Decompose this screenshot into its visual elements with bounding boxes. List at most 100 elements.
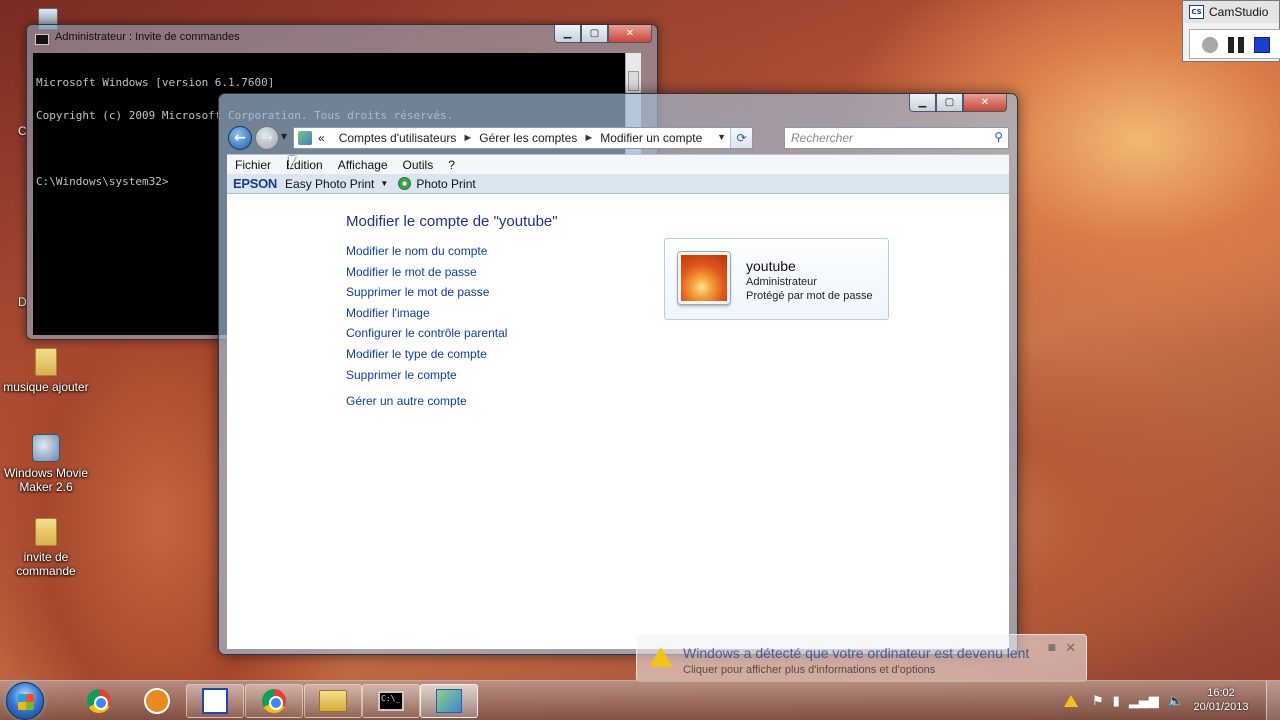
clock-time: 16:02 [1207, 687, 1235, 699]
pause-icon[interactable] [1228, 37, 1244, 53]
mouse-cursor-icon [289, 156, 296, 170]
refresh-icon[interactable]: ⟳ [730, 128, 752, 148]
link-controle-parental[interactable]: Configurer le contrôle parental [346, 326, 507, 347]
link-modifier-nom-compte[interactable]: Modifier le nom du compte [346, 244, 507, 265]
volume-icon[interactable]: 🔈 [1168, 694, 1184, 709]
minimize-button[interactable]: ▁ [554, 25, 581, 43]
camstudio-logo-icon: CS [1189, 5, 1204, 19]
link-modifier-type-compte[interactable]: Modifier le type de compte [346, 347, 507, 368]
menu-fichier[interactable]: Fichier [235, 158, 271, 172]
desktop-icon-label: Windows Movie Maker 2.6 [3, 466, 89, 494]
photo-print-button[interactable]: Photo Print [416, 177, 475, 191]
address-dropdown-icon[interactable]: ▼ [717, 132, 726, 142]
taskbar-explorer[interactable] [304, 684, 362, 718]
taskbar-control-panel[interactable] [420, 684, 478, 718]
console-line: Microsoft Windows [version 6.1.7600] [36, 76, 275, 89]
desktop-icon-musique-ajouter[interactable]: musique ajouter [3, 348, 89, 394]
forward-button[interactable]: → [255, 126, 279, 150]
menu-outils[interactable]: Outils [403, 158, 434, 172]
show-desktop-button[interactable] [1266, 681, 1280, 720]
search-placeholder: Rechercher [791, 131, 854, 145]
clock[interactable]: 16:02 20/01/2013 [1186, 686, 1256, 714]
notification-balloon[interactable]: Windows a détecté que votre ordinateur e… [636, 634, 1087, 682]
link-modifier-mot-de-passe[interactable]: Modifier le mot de passe [346, 265, 507, 286]
breadcrumb-overflow[interactable]: « [318, 131, 325, 145]
link-gerer-autre-compte[interactable]: Gérer un autre compte [346, 394, 507, 415]
camstudio-icon [202, 688, 228, 714]
camstudio-window[interactable]: CamStudio CS [1182, 0, 1280, 62]
taskbar-camstudio[interactable] [186, 684, 244, 718]
chrome-icon [262, 689, 286, 713]
easy-photo-print-button[interactable]: Easy Photo Print [285, 177, 374, 191]
account-status: Protégé par mot de passe [746, 290, 873, 302]
maximize-button[interactable]: ▢ [581, 25, 608, 43]
easy-photo-print-dropdown-icon[interactable]: ▼ [380, 179, 388, 188]
main-content: Modifier le compte de "youtube" Modifier… [227, 194, 1009, 649]
menu-affichage[interactable]: Affichage [338, 158, 388, 172]
menu-help[interactable]: ? [448, 158, 455, 172]
desktop-icon-invite-de-commande[interactable]: invite de commande [3, 518, 89, 578]
desktop-icon-windows-movie-maker[interactable]: Windows Movie Maker 2.6 [3, 434, 89, 494]
explorer-caption-buttons: ▁ ▢ ✕ [909, 94, 1007, 112]
notification-options-icon[interactable]: ■ [1047, 643, 1056, 653]
power-icon[interactable]: ▮ [1113, 694, 1120, 709]
vlc-icon [144, 688, 170, 714]
scrollbar-thumb[interactable] [628, 71, 639, 91]
cmd-icon: C:\_ [378, 691, 404, 711]
folder-icon [35, 348, 57, 376]
folder-icon [35, 518, 57, 546]
account-name: youtube [746, 258, 796, 274]
notification-title: Windows a détecté que votre ordinateur e… [683, 645, 1030, 661]
taskbar-chrome[interactable] [245, 684, 303, 718]
action-center-flag-icon[interactable]: ⚑ [1092, 694, 1104, 709]
close-icon[interactable]: ✕ [1065, 641, 1076, 656]
breadcrumb-comptes-utilisateurs[interactable]: Comptes d'utilisateurs [339, 131, 457, 145]
folder-icon [319, 690, 347, 712]
address-bar[interactable]: « Comptes d'utilisateurs ► Gérer les com… [293, 127, 753, 149]
breadcrumb-separator-icon[interactable]: ► [462, 132, 473, 144]
record-icon[interactable] [1202, 37, 1218, 53]
link-supprimer-mot-de-passe[interactable]: Supprimer le mot de passe [346, 285, 507, 306]
taskbar-chrome-pinned[interactable] [70, 684, 128, 718]
stop-icon[interactable] [1254, 37, 1270, 53]
control-panel-icon [436, 689, 462, 713]
network-signal-icon[interactable]: ▂▄▆ [1129, 694, 1159, 709]
photo-print-icon [398, 177, 412, 190]
menu-bar: Fichier Edition Affichage Outils ? [227, 154, 1009, 174]
search-icon[interactable]: ⚲ [994, 130, 1003, 144]
close-button[interactable]: ✕ [608, 25, 652, 43]
minimize-button[interactable]: ▁ [909, 94, 936, 112]
recycle-bin-icon[interactable] [2, 2, 88, 30]
system-tray: ⚑ ▮ ▂▄▆ 🔈 [1064, 681, 1193, 720]
link-supprimer-compte[interactable]: Supprimer le compte [346, 368, 507, 389]
account-type: Administrateur [746, 276, 817, 288]
cmd-caption-buttons: ▁ ▢ ✕ [554, 25, 652, 43]
account-picture-flower-icon[interactable] [678, 252, 730, 304]
start-button[interactable] [6, 682, 44, 720]
warning-icon [649, 647, 673, 667]
recent-pages-dropdown-icon[interactable]: ▼ [281, 132, 287, 141]
cmd-window-icon [35, 34, 49, 45]
navigation-bar: ← → ▼ « Comptes d'utilisateurs ► Gérer l… [219, 124, 1017, 154]
breadcrumb-modifier-un-compte[interactable]: Modifier un compte [600, 131, 702, 145]
notification-subtitle: Cliquer pour afficher plus d'information… [683, 664, 936, 676]
taskbar-cmd[interactable]: C:\_ [362, 684, 420, 718]
breadcrumb-separator-icon[interactable]: ► [583, 132, 594, 144]
taskbar-vlc[interactable] [128, 684, 186, 718]
control-panel-window[interactable]: ▁ ▢ ✕ ← → ▼ « Comptes d'utilisateurs ► G… [218, 93, 1018, 655]
control-panel-icon [298, 131, 312, 145]
search-input[interactable]: Rechercher ⚲ [784, 127, 1009, 149]
desktop-icon-label: musique ajouter [3, 380, 89, 394]
cmd-window-title: Administrateur : Invite de commandes [55, 31, 240, 43]
close-button[interactable]: ✕ [963, 94, 1007, 112]
tray-warning-icon[interactable] [1064, 695, 1078, 707]
maximize-button[interactable]: ▢ [936, 94, 963, 112]
taskbar: C:\_ ⚑ ▮ ▂▄▆ 🔈 16:02 20/01/2013 [0, 680, 1280, 720]
link-modifier-image[interactable]: Modifier l'image [346, 306, 507, 327]
chrome-icon [87, 689, 111, 713]
movie-maker-icon [32, 434, 60, 462]
breadcrumb-gerer-les-comptes[interactable]: Gérer les comptes [479, 131, 577, 145]
back-button[interactable]: ← [228, 126, 252, 150]
desktop-icon-label: invite de commande [16, 550, 76, 578]
clock-date: 20/01/2013 [1193, 701, 1249, 713]
